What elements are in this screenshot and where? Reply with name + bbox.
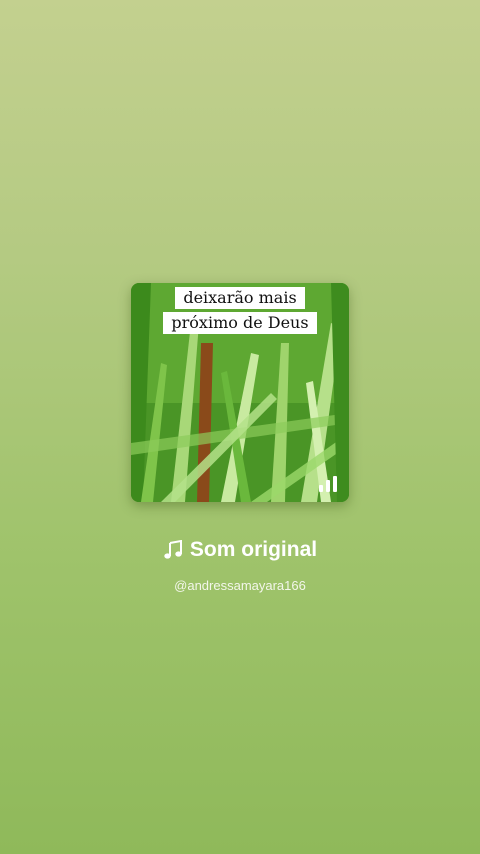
caption-line-1-text: deixarão mais: [175, 287, 305, 309]
caption-line-2: próximo de Deus: [131, 312, 349, 334]
equalizer-bars-icon: [319, 476, 337, 492]
caption-line-2-text: próximo de Deus: [163, 312, 317, 334]
album-cover[interactable]: deixarão mais próximo de Deus: [131, 283, 349, 502]
sound-title: Som original: [189, 538, 318, 561]
sound-title-row[interactable]: Som original: [0, 538, 480, 562]
sound-author[interactable]: @andressamayara166: [0, 578, 480, 593]
caption-line-1: deixarão mais: [131, 287, 349, 309]
music-note-icon: [163, 540, 183, 560]
